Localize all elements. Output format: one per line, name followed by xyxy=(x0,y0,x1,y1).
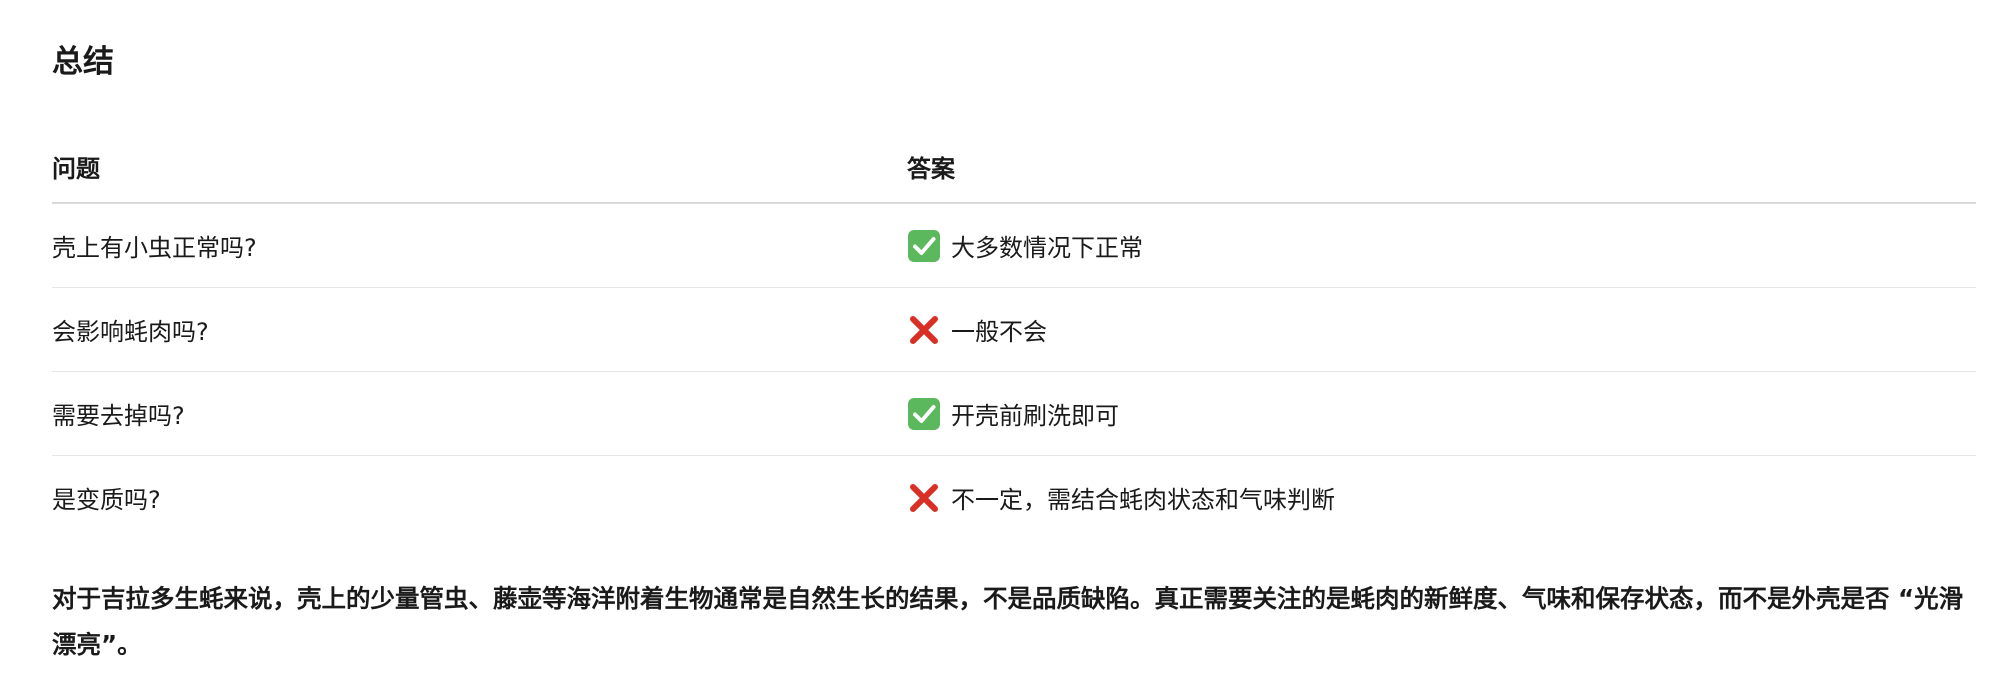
cross-icon xyxy=(910,315,938,344)
answer-cell: 开壳前刷洗即可 xyxy=(907,396,1976,431)
conclusion-paragraph: 对于吉拉多生蚝来说，壳上的少量管虫、藤壶等海洋附着生物通常是自然生长的结果，不是… xyxy=(52,584,1964,659)
check-icon xyxy=(908,397,940,430)
table-row: 是变质吗? 不一定，需结合蚝肉状态和气味判断 xyxy=(52,456,1976,540)
question-cell: 会影响蚝肉吗? xyxy=(52,287,907,372)
table-row: 会影响蚝肉吗? 一般不会 xyxy=(52,287,1976,372)
check-icon xyxy=(908,229,940,262)
column-header-answer: 答案 xyxy=(907,130,1976,204)
question-cell: 壳上有小虫正常吗? xyxy=(52,203,907,288)
answer-text: 开壳前刷洗即可 xyxy=(951,402,1119,430)
answer-cell-wrapper: 一般不会 xyxy=(907,287,1976,372)
section-heading: 总结 xyxy=(52,44,114,80)
table-row: 壳上有小虫正常吗? 大多数情况下正常 xyxy=(52,203,1976,288)
answer-text: 一般不会 xyxy=(951,318,1047,346)
answer-cell: 不一定，需结合蚝肉状态和气味判断 xyxy=(907,480,1976,515)
summary-section: 总结 问题 答案 壳上有小虫正常吗? 大多数情况下正常 会影响蚝肉吗? 一般不会… xyxy=(0,0,1994,690)
table-row: 需要去掉吗? 开壳前刷洗即可 xyxy=(52,371,1976,456)
question-cell: 是变质吗? xyxy=(52,486,161,514)
answer-cell: 一般不会 xyxy=(907,312,1976,347)
answer-text: 大多数情况下正常 xyxy=(951,234,1143,262)
column-header-question: 问题 xyxy=(52,130,907,204)
table-header-row: 问题 答案 xyxy=(52,130,1976,204)
answer-cell-wrapper: 不一定，需结合蚝肉状态和气味判断 xyxy=(907,456,1976,540)
answer-text: 不一定，需结合蚝肉状态和气味判断 xyxy=(951,486,1335,514)
answer-cell-wrapper: 开壳前刷洗即可 xyxy=(907,371,1976,456)
cross-icon xyxy=(910,483,938,512)
answer-cell-wrapper: 大多数情况下正常 xyxy=(907,203,1976,288)
summary-table: 问题 答案 壳上有小虫正常吗? 大多数情况下正常 会影响蚝肉吗? 一般不会 需要… xyxy=(52,130,1976,539)
answer-cell: 大多数情况下正常 xyxy=(907,228,1976,263)
question-cell: 需要去掉吗? xyxy=(52,371,907,456)
